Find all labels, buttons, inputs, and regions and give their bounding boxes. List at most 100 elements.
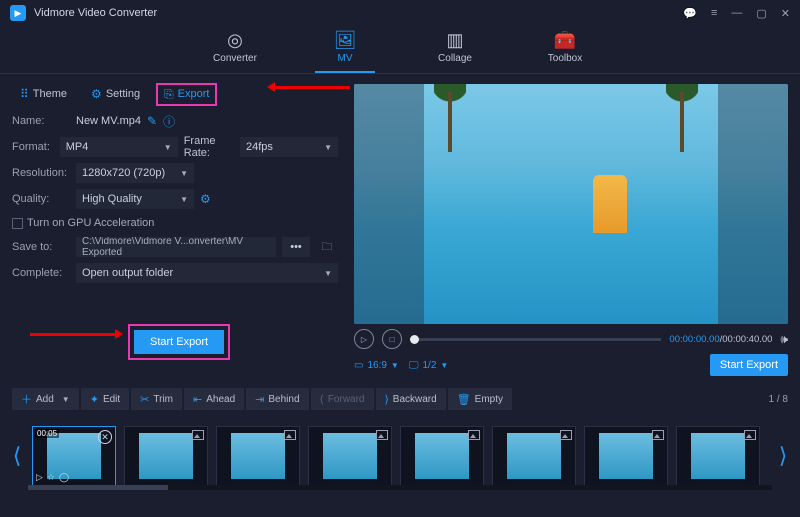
subtab-theme-label: Theme xyxy=(33,88,67,100)
image-icon xyxy=(652,430,664,440)
tab-toolbox-label: Toolbox xyxy=(548,53,582,64)
empty-button[interactable]: 🗑Empty xyxy=(448,388,512,410)
ahead-button[interactable]: ⇤Ahead xyxy=(184,388,244,410)
backward-button[interactable]: ⟩ Backward xyxy=(376,388,446,410)
timeline-next[interactable]: ⟩ xyxy=(776,443,790,469)
clip-item[interactable] xyxy=(124,426,208,486)
resolution-select[interactable]: 1280x720 (720p)▼ xyxy=(76,163,194,183)
format-select[interactable]: MP4▼ xyxy=(60,137,178,157)
subtab-setting[interactable]: ⚙ Setting xyxy=(83,83,148,105)
quality-label: Quality: xyxy=(12,193,70,205)
browse-button[interactable]: ••• xyxy=(282,237,310,257)
chevron-down-icon: ▼ xyxy=(180,169,188,178)
chevron-down-icon: ▼ xyxy=(324,143,332,152)
aspect-select[interactable]: ▭16:9▼ xyxy=(354,360,399,371)
info-icon[interactable]: ⓘ xyxy=(163,113,175,130)
forward-icon: ⟨ xyxy=(320,393,324,406)
tab-converter[interactable]: ◎ Converter xyxy=(205,26,265,73)
open-folder-icon[interactable]: 🗀 xyxy=(316,237,338,257)
subtab-export-label: Export xyxy=(178,88,210,100)
trim-label: Trim xyxy=(153,394,173,405)
stop-button[interactable]: □ xyxy=(382,329,402,349)
zoom-value: 1/2 xyxy=(422,360,436,371)
edit-label: Edit xyxy=(103,394,120,405)
tab-mv-label: MV xyxy=(338,53,353,64)
start-export-button-preview[interactable]: Start Export xyxy=(710,354,788,376)
seek-bar[interactable] xyxy=(410,338,661,341)
close-icon[interactable]: ✕ xyxy=(781,7,790,20)
tab-toolbox[interactable]: 🧰 Toolbox xyxy=(535,26,595,73)
maximize-icon[interactable]: ▢ xyxy=(756,7,766,20)
ahead-icon: ⇤ xyxy=(193,393,202,406)
chevron-down-icon: ▼ xyxy=(62,395,70,404)
clip-star-icon[interactable]: ☆ xyxy=(47,472,55,483)
clip-item[interactable] xyxy=(676,426,760,486)
clip-remove-icon[interactable]: ✕ xyxy=(98,430,112,444)
subtab-setting-label: Setting xyxy=(106,88,140,100)
framerate-label: Frame Rate: xyxy=(184,135,234,159)
trim-button[interactable]: ✂ Trim xyxy=(131,388,182,410)
clip-item[interactable]: 00:05 ✕ ▷ ☆ ◯ xyxy=(32,426,116,486)
complete-label: Complete: xyxy=(12,267,70,279)
behind-label: Behind xyxy=(268,394,299,405)
tab-converter-label: Converter xyxy=(213,53,257,64)
tab-collage-label: Collage xyxy=(438,53,472,64)
edit-button[interactable]: ✦ Edit xyxy=(81,388,129,410)
clip-loop-icon[interactable]: ◯ xyxy=(59,472,69,483)
name-label: Name: xyxy=(12,115,70,127)
complete-value: Open output folder xyxy=(82,267,173,279)
clip-item[interactable] xyxy=(400,426,484,486)
chevron-down-icon: ▼ xyxy=(180,195,188,204)
framerate-value: 24fps xyxy=(246,141,273,153)
time-current: 00:00:00.00 xyxy=(669,334,719,345)
play-button[interactable]: ▷ xyxy=(354,329,374,349)
volume-icon[interactable]: 🕪 xyxy=(780,332,788,347)
saveto-label: Save to: xyxy=(12,241,70,253)
monitor-icon: 🖵 xyxy=(409,360,419,371)
gear-icon: ⚙ xyxy=(91,87,102,101)
behind-button[interactable]: ⇥Behind xyxy=(246,388,308,410)
clip-item[interactable] xyxy=(492,426,576,486)
edit-name-icon[interactable]: ✎ xyxy=(147,114,157,128)
start-export-button[interactable]: Start Export xyxy=(134,330,224,354)
backward-icon: ⟩ xyxy=(385,393,389,406)
image-icon xyxy=(468,430,480,440)
subtab-theme[interactable]: ⠿Theme xyxy=(12,83,75,105)
page-indicator: 1 / 8 xyxy=(769,394,788,405)
forward-button[interactable]: ⟨Forward xyxy=(311,388,374,410)
timeline-prev[interactable]: ⟨ xyxy=(10,443,24,469)
framerate-select[interactable]: 24fps ▼ xyxy=(240,137,338,157)
chevron-down-icon: ▼ xyxy=(440,361,448,370)
clip-play-icon[interactable]: ▷ xyxy=(36,472,43,483)
tab-mv[interactable]: 🖼 MV xyxy=(315,26,375,73)
image-icon xyxy=(560,430,572,440)
timeline-scrollbar[interactable] xyxy=(28,485,772,490)
app-title: Vidmore Video Converter xyxy=(34,7,157,19)
tab-collage[interactable]: ▥ Collage xyxy=(425,26,485,73)
gpu-checkbox[interactable] xyxy=(12,218,23,229)
clip-item[interactable] xyxy=(308,426,392,486)
backward-label: Backward xyxy=(393,394,437,405)
annotation-highlight: Start Export xyxy=(128,324,230,360)
complete-select[interactable]: Open output folder▼ xyxy=(76,263,338,283)
mv-icon: 🖼 xyxy=(334,30,357,51)
add-button[interactable]: ＋Add▼ xyxy=(12,388,79,410)
preview-panel: ▷ □ 00:00:00.00/00:00:40.00 🕪 ▭16:9▼ 🖵1/… xyxy=(350,80,800,380)
minimize-icon[interactable]: — xyxy=(731,7,742,19)
scissors-icon: ✂ xyxy=(140,393,149,406)
quality-value: High Quality xyxy=(82,193,142,205)
chevron-down-icon: ▼ xyxy=(391,361,399,370)
clip-item[interactable] xyxy=(216,426,300,486)
menu-icon[interactable]: ≡ xyxy=(711,7,717,19)
format-value: MP4 xyxy=(66,141,89,153)
quality-settings-icon[interactable]: ⚙ xyxy=(200,192,211,206)
clip-item[interactable] xyxy=(584,426,668,486)
gpu-label: Turn on GPU Acceleration xyxy=(27,217,154,229)
clip-time: 00:05 xyxy=(35,429,59,438)
subtab-export[interactable]: ⎘Export xyxy=(156,83,217,106)
image-icon xyxy=(376,430,388,440)
quality-select[interactable]: High Quality ▼ xyxy=(76,189,194,209)
wand-icon: ✦ xyxy=(90,393,99,406)
zoom-select[interactable]: 🖵1/2 ▼ xyxy=(409,360,448,371)
feedback-icon[interactable]: 💬 xyxy=(683,7,697,20)
